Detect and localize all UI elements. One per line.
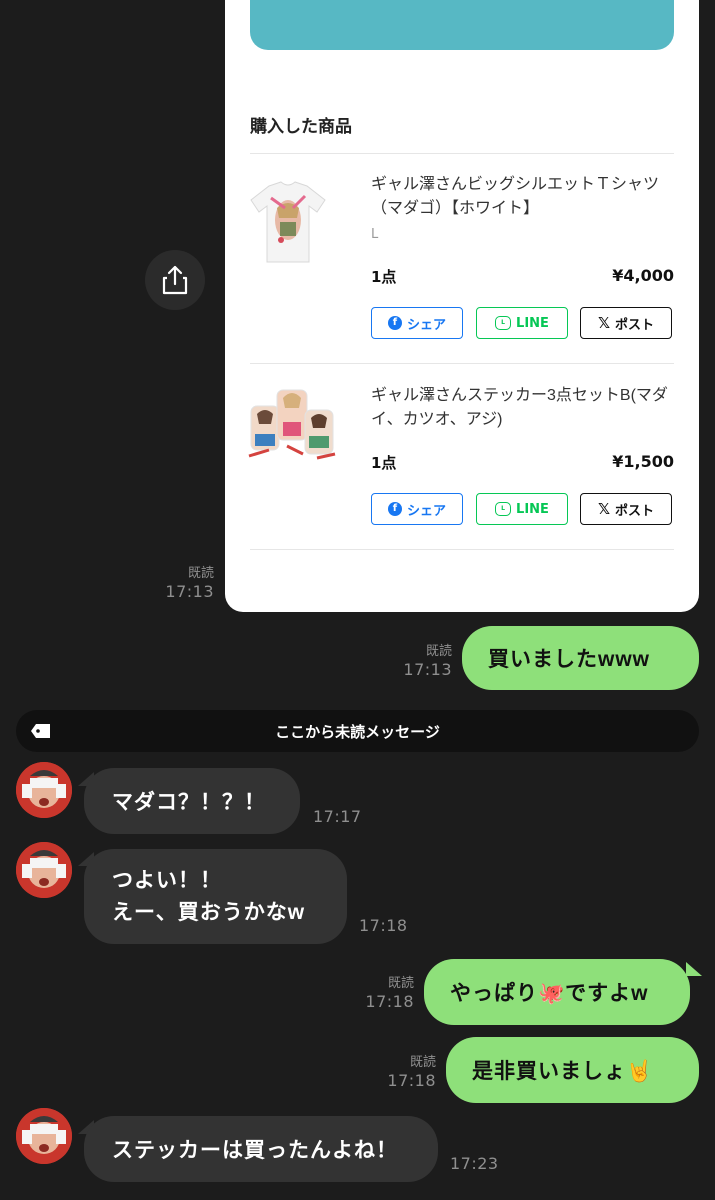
section-title: 購入した商品	[250, 117, 352, 136]
product-price: ¥1,500	[612, 452, 674, 471]
unread-divider-label: ここから未読メッセージ	[275, 722, 440, 741]
message-meta: 既読 17:18	[350, 975, 414, 1011]
message-text: やっぱり🐙ですよw	[450, 982, 649, 1005]
my-message-bubble[interactable]: 買いましたwww	[462, 626, 699, 690]
message-meta: 既読 17:13	[388, 643, 452, 679]
their-message-bubble[interactable]: ステッカーは買ったんよね！	[84, 1116, 438, 1182]
sticker-set-image[interactable]	[247, 384, 337, 472]
line-share-button[interactable]: L LINE	[476, 307, 568, 339]
product-quantity: 1点	[371, 454, 397, 472]
message-time: 17:17	[313, 807, 362, 826]
facebook-icon: f	[387, 502, 402, 516]
message-time: 17:18	[365, 992, 414, 1011]
message-time: 17:18	[359, 916, 408, 935]
facebook-share-button[interactable]: f シェア	[371, 307, 463, 339]
facebook-share-label: シェア	[406, 503, 446, 519]
product-price: ¥4,000	[612, 266, 674, 285]
line-share-label: LINE	[516, 315, 549, 331]
line-share-label: LINE	[516, 501, 549, 517]
message-text: 買いましたwww	[488, 648, 651, 671]
message-meta: 既読 17:13	[150, 565, 214, 601]
message-text: マダコ？！？！	[112, 791, 266, 814]
share-button[interactable]	[145, 250, 205, 310]
divider	[250, 363, 674, 364]
avatar[interactable]	[16, 842, 72, 898]
read-receipt: 既読	[387, 976, 414, 991]
facebook-share-button[interactable]: f シェア	[371, 493, 463, 525]
x-post-button[interactable]: 𝕏 ポスト	[580, 307, 672, 339]
x-icon: 𝕏	[597, 500, 611, 518]
message-meta: 既読 17:18	[372, 1054, 436, 1090]
product-name[interactable]: ギャル澤さんステッカー3点セットB(マダイ、カツオ、アジ)	[371, 384, 671, 432]
message-time: 17:23	[450, 1154, 499, 1173]
x-post-label: ポスト	[615, 317, 655, 333]
facebook-share-label: シェア	[406, 317, 446, 333]
read-receipt: 既読	[409, 1055, 436, 1070]
tag-icon	[31, 724, 50, 738]
card-action-button[interactable]	[250, 0, 674, 50]
my-message-bubble[interactable]: 是非買いましょ🤘	[446, 1037, 699, 1103]
read-receipt: 既読	[187, 566, 214, 581]
x-icon: 𝕏	[597, 314, 611, 332]
message-text-line: つよい！！	[112, 868, 222, 892]
line-share-button[interactable]: L LINE	[476, 493, 568, 525]
their-message-bubble[interactable]: マダコ？！？！	[84, 768, 300, 834]
message-time: 17:18	[387, 1071, 436, 1090]
share-icon	[162, 265, 188, 295]
x-post-button[interactable]: 𝕏 ポスト	[580, 493, 672, 525]
message-text: 是非買いましょ🤘	[472, 1060, 654, 1083]
avatar[interactable]	[16, 1108, 72, 1164]
message-time: 17:13	[403, 660, 452, 679]
product-variant: L	[371, 227, 379, 242]
read-receipt: 既読	[425, 644, 452, 659]
message-text-line: えー、買おうかなw	[112, 900, 306, 924]
message-time: 17:13	[165, 582, 214, 601]
line-icon: L	[495, 502, 512, 516]
divider	[250, 549, 674, 550]
tshirt-image[interactable]	[247, 178, 329, 266]
x-post-label: ポスト	[615, 503, 655, 519]
avatar[interactable]	[16, 762, 72, 818]
line-icon: L	[495, 316, 512, 330]
product-name[interactable]: ギャル澤さんビッグシルエットＴシャツ（マダゴ）【ホワイト】	[371, 173, 671, 221]
facebook-icon: f	[387, 316, 402, 330]
their-message-bubble[interactable]: つよい！！ えー、買おうかなw	[84, 849, 347, 944]
unread-divider: ここから未読メッセージ	[16, 710, 699, 752]
purchase-card: 購入した商品 ギャル澤さんビッグシルエットＴシャツ（マダゴ）【ホワイト】 L 1…	[225, 0, 699, 612]
bubble-tail	[686, 962, 702, 976]
divider	[250, 153, 674, 154]
my-message-bubble[interactable]: やっぱり🐙ですよw	[424, 959, 690, 1025]
message-text: ステッカーは買ったんよね！	[112, 1139, 398, 1162]
product-quantity: 1点	[371, 268, 397, 286]
